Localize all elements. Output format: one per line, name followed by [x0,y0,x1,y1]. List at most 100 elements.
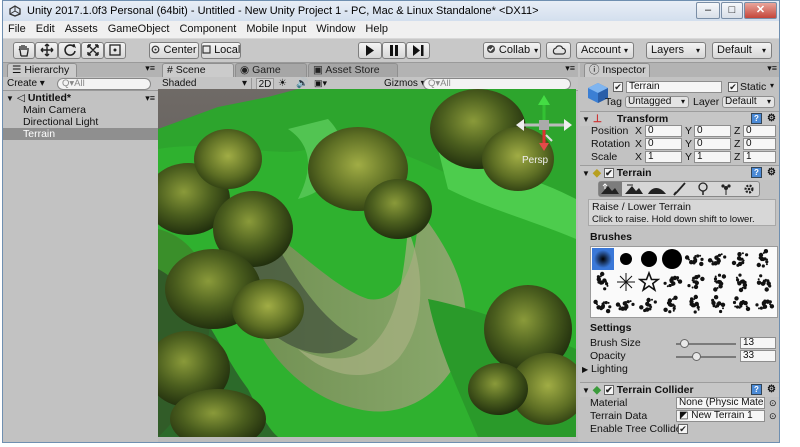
menu-mobile-input[interactable]: Mobile Input [241,21,311,35]
menu-assets[interactable]: Assets [60,21,103,35]
terrain-help-icon[interactable]: ? [751,167,762,178]
active-checkbox[interactable]: ✔ [613,82,623,92]
transform-settings-icon[interactable]: ⚙ [767,112,776,126]
pivot-center-button[interactable]: Center [149,42,199,59]
menu-help[interactable]: Help [360,21,393,35]
terrain-collider-header[interactable]: ▼ ◆ ✔ Terrain Collider ? ⚙ [580,382,779,397]
collider-expand-icon[interactable]: ▼ [582,386,590,395]
raise-lower-tool-button[interactable] [599,182,622,196]
rotate-tool-button[interactable] [58,42,81,59]
brush-swatch[interactable] [684,248,706,270]
brush-swatch[interactable] [638,294,660,316]
brush-swatch[interactable] [707,248,729,270]
transform-header[interactable]: ▼ ⊥ Transform ? ⚙ [580,111,779,126]
enable-tree-collider-checkbox[interactable]: ✔ [678,424,688,434]
smooth-height-tool-button[interactable] [646,182,668,196]
tab-game[interactable]: ◉ Game [235,63,307,77]
close-button[interactable]: ✕ [744,2,777,19]
layer-dropdown[interactable]: Default ▾ [722,96,775,108]
minimize-button[interactable]: – [696,2,720,19]
brush-size-field[interactable]: 13 [740,337,776,349]
paint-details-tool-button[interactable] [715,182,737,196]
tag-dropdown[interactable]: Untagged ▾ [625,96,689,108]
hierarchy-item-directional-light[interactable]: Directional Light [3,116,158,128]
opacity-field[interactable]: 33 [740,350,776,362]
lighting-row[interactable]: ▶ Lighting [580,363,779,376]
cloud-button[interactable] [546,42,571,59]
collider-enabled-checkbox[interactable]: ✔ [603,385,614,396]
opacity-slider-thumb[interactable] [691,352,701,361]
terrain-expand-icon[interactable]: ▼ [582,169,590,178]
brush-swatch[interactable] [637,270,661,293]
brush-swatch[interactable] [753,294,775,316]
menu-window[interactable]: Window [311,21,360,35]
hand-tool-button[interactable] [13,42,35,59]
scene-root-row[interactable]: ▼ ◁ Untitled* ▾≡ [3,92,158,104]
brush-swatch[interactable] [730,294,752,316]
transform-help-icon[interactable]: ? [751,113,762,124]
position-z-field[interactable]: 0 [743,125,776,137]
hierarchy-search-input[interactable]: Q▾All [57,78,151,90]
expand-arrow-icon[interactable]: ▼ [6,94,14,103]
layout-dropdown[interactable]: Default ▾ [712,42,772,59]
static-dropdown-icon[interactable]: ▾ [770,81,774,90]
material-field[interactable]: None (Physic Materi [676,397,765,409]
rotation-z-field[interactable]: 0 [743,138,776,150]
brush-swatch[interactable] [753,248,775,270]
paint-height-tool-button[interactable] [623,182,645,196]
scale-tool-button[interactable] [81,42,104,59]
pause-button[interactable] [382,42,406,59]
terrain-enabled-checkbox[interactable]: ✔ [603,168,614,179]
layers-dropdown[interactable]: Layers ▾ [646,42,706,59]
account-dropdown[interactable]: Account ▾ [576,42,634,59]
brush-swatch[interactable] [615,271,637,293]
brush-size-slider-thumb[interactable] [679,339,689,348]
menu-edit[interactable]: Edit [31,21,60,35]
collider-settings-icon[interactable]: ⚙ [767,383,776,397]
scale-x-field[interactable]: 1 [645,151,682,163]
brush-swatch[interactable] [615,294,637,316]
persp-label[interactable]: Persp [522,155,548,166]
menu-gameobject[interactable]: GameObject [103,21,175,35]
scene-menu-icon[interactable]: ▾≡ [145,92,155,104]
brush-swatch[interactable] [592,294,614,316]
object-name-input[interactable]: Terrain [626,81,722,93]
collider-help-icon[interactable]: ? [751,384,762,395]
brush-swatch[interactable] [753,271,775,293]
play-button[interactable] [358,42,382,59]
brush-swatch[interactable] [707,294,729,316]
scene-panel-menu-icon[interactable]: ▾≡ [565,63,575,74]
rect-tool-button[interactable] [104,42,126,59]
step-button[interactable] [406,42,430,59]
terrain-data-picker-icon[interactable]: ⊙ [769,410,777,423]
terrain-settings-tool-button[interactable] [738,182,760,196]
brush-swatch[interactable] [638,248,660,270]
collab-button[interactable]: Collab ▾ [483,42,541,59]
space-local-button[interactable]: Local [201,42,241,59]
panel-menu-icon[interactable]: ▾≡ [145,63,155,74]
rotation-y-field[interactable]: 0 [694,138,731,150]
maximize-button[interactable]: □ [721,2,743,19]
hierarchy-item-terrain[interactable]: Terrain [3,128,158,140]
place-trees-tool-button[interactable] [692,182,714,196]
brush-swatch[interactable] [592,271,614,293]
brush-swatch[interactable] [730,271,752,293]
scale-z-field[interactable]: 1 [743,151,776,163]
material-picker-icon[interactable]: ⊙ [769,397,777,410]
opacity-slider-track[interactable] [676,356,736,358]
transform-expand-icon[interactable]: ▼ [582,115,590,124]
brush-swatch[interactable] [684,271,706,293]
scene-orientation-gizmo[interactable] [516,95,572,159]
tab-asset-store[interactable]: ▣ Asset Store [308,63,398,77]
tab-scene[interactable]: # Scene [162,63,234,77]
brush-swatch[interactable] [592,248,614,270]
create-dropdown[interactable]: Create ▾ [7,78,45,90]
brush-swatch[interactable] [661,294,683,316]
hierarchy-item-main-camera[interactable]: Main Camera [3,104,158,116]
brush-swatch[interactable] [661,248,683,270]
tab-hierarchy[interactable]: ☰ Hierarchy [7,63,77,77]
inspector-panel-menu-icon[interactable]: ▾≡ [767,63,777,74]
terrain-header[interactable]: ▼ ◆ ✔ Terrain ? ⚙ [580,165,779,180]
static-checkbox[interactable]: ✔ [728,82,738,92]
lighting-expand-icon[interactable]: ▶ [582,363,588,376]
